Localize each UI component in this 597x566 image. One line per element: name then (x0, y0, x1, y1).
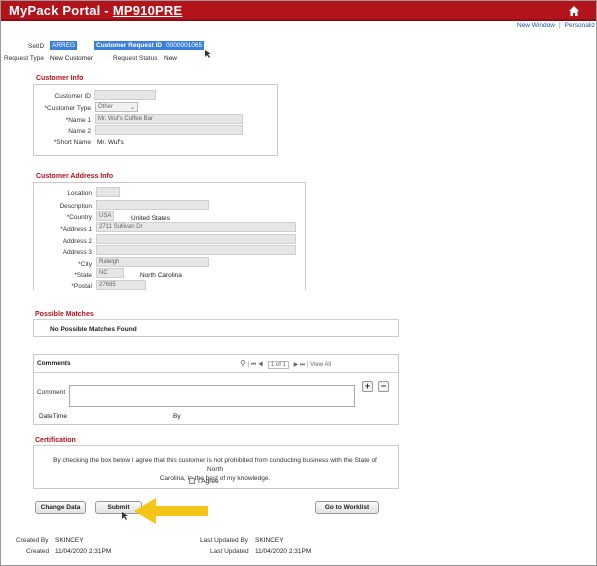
top-links: New Window | Personaliz (513, 22, 595, 29)
page-selector[interactable]: 1 of 1 (267, 361, 289, 369)
setid-label: SetID (28, 43, 45, 50)
last-updated-value: 11/04/2020 2:31PM (255, 548, 312, 555)
certification-text-line1: By checking the box below I agree that t… (53, 457, 377, 473)
comment-label: Comment (37, 389, 66, 396)
location-field[interactable] (96, 187, 120, 197)
short-name-value: Mr. Wuf's (97, 139, 124, 146)
created-by-value: SKINCEY (55, 537, 84, 544)
postal-label: *Postal (71, 283, 92, 290)
i-agree-label: I Agree (198, 478, 219, 485)
created-value: 11/04/2020 2:31PM (55, 548, 112, 555)
new-window-link[interactable]: New Window (517, 22, 555, 29)
page-code: MP910PRE (112, 3, 183, 18)
last-updated-label: Last Updated (210, 548, 249, 555)
portal-title: MyPack Portal - MP910PRE (9, 3, 182, 18)
last-page-icon[interactable]: ⏭ (300, 362, 305, 368)
country-code-field[interactable]: USA (96, 211, 114, 221)
customer-id-label: Customer ID (54, 93, 91, 100)
address3-field[interactable] (96, 245, 296, 255)
postal-field[interactable]: 27695 (96, 280, 146, 290)
location-label: Location (67, 190, 92, 197)
request-status-value: New (164, 55, 178, 62)
name1-label: *Name 1 (65, 117, 91, 124)
datetime-label: DateTime (39, 413, 67, 420)
address-info-title: Customer Address Info (36, 173, 114, 180)
possible-matches-message: No Possible Matches Found (50, 326, 137, 333)
state-name: North Carolina (140, 272, 182, 279)
portal-header: MyPack Portal - MP910PRE (1, 1, 596, 21)
description-field[interactable] (96, 200, 209, 210)
home-icon[interactable] (568, 5, 580, 17)
request-status-label: Request Status (113, 55, 158, 62)
state-label: *State (74, 272, 92, 279)
first-page-icon[interactable]: ⏮ (251, 362, 256, 368)
customer-id-field[interactable] (94, 90, 156, 100)
description-label: Description (59, 203, 92, 210)
customer-type-value: Other (98, 104, 114, 110)
delete-row-button[interactable]: − (378, 381, 389, 392)
last-updated-by-value: SKINCEY (255, 537, 284, 544)
city-label: *City (78, 261, 92, 268)
next-page-icon[interactable]: ▶ (294, 362, 299, 368)
last-updated-by-label: Last Updated By (200, 537, 249, 544)
link-separator: | (558, 22, 561, 29)
request-type-value: New Customer (50, 55, 93, 62)
created-label: Created (26, 548, 50, 555)
setid-value: ARREG (50, 41, 78, 50)
name2-label: Name 2 (68, 128, 91, 135)
name1-field[interactable]: Mr. Wuf's Coffee Bar (95, 114, 243, 124)
customer-type-select[interactable]: Other ⌄ (95, 102, 138, 112)
city-field[interactable]: Raleigh (96, 257, 209, 267)
change-data-button[interactable]: Change Data (35, 501, 86, 514)
comments-title: Comments (37, 360, 71, 367)
address2-field[interactable] (96, 234, 296, 244)
customer-request-id-label: Customer Request ID (94, 41, 165, 50)
state-code-field[interactable]: NC (96, 268, 124, 278)
toolbar-separator: | (247, 362, 250, 368)
customer-type-label: *Customer Type (44, 105, 91, 112)
yellow-arrow-annotation (134, 498, 208, 524)
name2-field[interactable] (95, 125, 243, 135)
chevron-down-icon: ⌄ (129, 105, 135, 111)
created-by-label: Created By (16, 537, 49, 544)
country-name: United States (131, 215, 171, 222)
brand-name: MyPack Portal - (9, 3, 109, 18)
possible-matches-title: Possible Matches (35, 311, 94, 318)
previous-page-icon[interactable]: ◀ (258, 362, 263, 368)
comments-header-divider (34, 372, 398, 373)
mouse-cursor-icon (205, 50, 211, 58)
certification-title: Certification (35, 437, 76, 444)
address1-field[interactable]: 2711 Sullivan Dr (96, 222, 296, 232)
by-label: By (173, 413, 181, 420)
view-all-link[interactable]: View All (310, 362, 331, 368)
customer-info-title: Customer Info (36, 75, 84, 82)
address3-label: Address 3 (62, 249, 92, 256)
customer-request-id-value: 0000001065 (164, 41, 205, 50)
i-agree-checkbox[interactable] (189, 478, 195, 484)
go-to-worklist-button[interactable]: Go to Worklist (315, 501, 379, 514)
short-name-label: *Short Name (53, 139, 91, 146)
comment-textarea[interactable] (69, 385, 355, 407)
address1-label: *Address 1 (60, 226, 92, 233)
address2-label: Address 2 (62, 238, 92, 245)
personalize-link[interactable]: Personaliz (565, 22, 595, 29)
toolbar-separator: | (306, 362, 309, 368)
search-icon[interactable]: ⚲ (240, 359, 246, 368)
request-type-label: Request Type (4, 55, 44, 62)
grid-toolbar: ⚲ | ⏮ ◀ 1 of 1 ▶ ⏭ | View All (240, 359, 331, 369)
country-label: *Country (66, 214, 92, 221)
mouse-pointer-icon (122, 512, 128, 520)
add-row-button[interactable]: + (362, 381, 373, 392)
